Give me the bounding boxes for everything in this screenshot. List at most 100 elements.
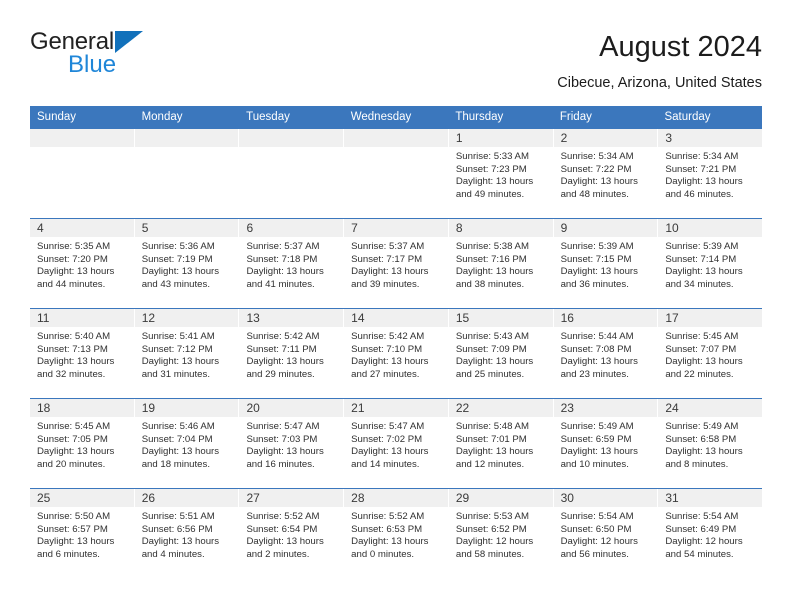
day-cell[interactable]: 14 Sunrise: 5:42 AM Sunset: 7:10 PM Dayligh…: [344, 309, 449, 398]
sunset-text: Sunset: 6:56 PM: [141, 523, 213, 535]
day-cell[interactable]: 4 Sunrise: 5:35 AM Sunset: 7:20 PM Daylight…: [30, 219, 135, 308]
day-cell-empty: [344, 129, 449, 218]
daylight-text: Daylight: 13 hours and 12 minutes.: [455, 446, 534, 470]
daylight-text: Daylight: 13 hours and 38 minutes.: [455, 266, 534, 290]
sunrise-text: Sunrise: 5:43 AM: [455, 331, 529, 342]
day-number: 25: [37, 491, 51, 505]
day-number: 11: [37, 311, 50, 325]
day-sun-info: Sunrise: 5:36 AM Sunset: 7:19 PM Daylight:…: [135, 237, 239, 291]
day-cell[interactable]: 28 Sunrise: 5:52 AM Sunset: 6:53 PM Dayligh…: [344, 489, 449, 578]
day-cell[interactable]: 5 Sunrise: 5:36 AM Sunset: 7:19 PM Daylight…: [134, 219, 240, 308]
day-cell[interactable]: 20 Sunrise: 5:47 AM Sunset: 7:03 PM Dayligh…: [239, 399, 345, 488]
sunset-text: Sunset: 7:10 PM: [351, 343, 423, 355]
daylight-text: Daylight: 13 hours and 25 minutes.: [455, 356, 534, 380]
day-number: 26: [141, 491, 156, 505]
day-cell[interactable]: 21 Sunrise: 5:47 AM Sunset: 7:02 PM Dayligh…: [344, 399, 449, 488]
day-number: 17: [665, 311, 679, 325]
day-number-band: 15: [448, 309, 553, 327]
day-sun-info: Sunrise: 5:54 AM Sunset: 6:50 PM Daylight:…: [554, 507, 658, 561]
day-cell[interactable]: 22 Sunrise: 5:48 AM Sunset: 7:01 PM Dayligh…: [448, 399, 554, 488]
day-cell[interactable]: 23 Sunrise: 5:49 AM Sunset: 6:59 PM Dayligh…: [553, 399, 659, 488]
day-cell[interactable]: 30 Sunrise: 5:54 AM Sunset: 6:50 PM Dayligh…: [553, 489, 659, 578]
day-cell[interactable]: 29 Sunrise: 5:53 AM Sunset: 6:52 PM Dayligh…: [448, 489, 554, 578]
day-cell[interactable]: 6 Sunrise: 5:37 AM Sunset: 7:18 PM Daylight…: [239, 219, 345, 308]
day-number: 2: [560, 131, 568, 145]
sunrise-text: Sunrise: 5:52 AM: [246, 511, 320, 522]
day-cell[interactable]: 27 Sunrise: 5:52 AM Sunset: 6:54 PM Dayligh…: [239, 489, 345, 578]
day-cell[interactable]: 15 Sunrise: 5:43 AM Sunset: 7:09 PM Dayligh…: [448, 309, 554, 398]
day-cell[interactable]: 9 Sunrise: 5:39 AM Sunset: 7:15 PM Daylight…: [553, 219, 659, 308]
day-cell[interactable]: 31 Sunrise: 5:54 AM Sunset: 6:49 PM Dayligh…: [658, 489, 763, 578]
day-sun-info: Sunrise: 5:38 AM Sunset: 7:16 PM Daylight:…: [449, 237, 553, 291]
day-number-band: 4: [30, 219, 134, 237]
day-number: 30: [560, 491, 574, 505]
day-cell[interactable]: 24 Sunrise: 5:49 AM Sunset: 6:58 PM Dayligh…: [658, 399, 763, 488]
daylight-text: Daylight: 13 hours and 0 minutes.: [351, 536, 429, 560]
sunset-text: Sunset: 6:54 PM: [246, 523, 318, 535]
day-sun-info: Sunrise: 5:47 AM Sunset: 7:02 PM Daylight:…: [344, 417, 448, 471]
day-cell[interactable]: 3 Sunrise: 5:34 AM Sunset: 7:21 PM Daylight…: [658, 129, 763, 218]
day-cell[interactable]: 12 Sunrise: 5:41 AM Sunset: 7:12 PM Dayligh…: [134, 309, 240, 398]
day-number: 1: [455, 131, 463, 145]
sunrise-text: Sunrise: 5:47 AM: [246, 421, 320, 432]
day-sun-info: Sunrise: 5:40 AM Sunset: 7:13 PM Daylight:…: [30, 327, 134, 381]
daylight-text: Daylight: 13 hours and 41 minutes.: [246, 266, 324, 290]
day-sun-info: Sunrise: 5:33 AM Sunset: 7:23 PM Daylight:…: [449, 147, 553, 201]
day-cell[interactable]: 18 Sunrise: 5:45 AM Sunset: 7:05 PM Dayligh…: [30, 399, 135, 488]
sunrise-text: Sunrise: 5:40 AM: [37, 331, 111, 342]
daylight-text: Daylight: 13 hours and 43 minutes.: [141, 266, 220, 290]
day-number-band: [344, 129, 448, 147]
sunset-text: Sunset: 6:52 PM: [455, 523, 527, 535]
day-number: 12: [141, 311, 156, 325]
day-number: 7: [351, 221, 358, 235]
day-number-band: 9: [553, 219, 658, 237]
day-cell[interactable]: 13 Sunrise: 5:42 AM Sunset: 7:11 PM Dayligh…: [239, 309, 345, 398]
day-sun-info: Sunrise: 5:48 AM Sunset: 7:01 PM Daylight:…: [449, 417, 553, 471]
sunset-text: Sunset: 7:12 PM: [141, 343, 213, 355]
weekday-header-thursday: Thursday: [455, 111, 504, 123]
general-blue-logo[interactable]: General Blue: [30, 28, 143, 78]
day-cell[interactable]: 11 Sunrise: 5:40 AM Sunset: 7:13 PM Dayligh…: [30, 309, 135, 398]
day-sun-info: Sunrise: 5:52 AM Sunset: 6:54 PM Daylight:…: [239, 507, 343, 561]
weekday-header-sunday: Sunday: [37, 111, 77, 123]
day-sun-info: Sunrise: 5:52 AM Sunset: 6:53 PM Daylight:…: [344, 507, 448, 561]
sunrise-text: Sunrise: 5:34 AM: [665, 151, 739, 162]
day-sun-info: Sunrise: 5:45 AM Sunset: 7:07 PM Daylight:…: [658, 327, 762, 381]
sunset-text: Sunset: 6:49 PM: [665, 523, 737, 535]
calendar-grid: Sunday Monday Tuesday Wednesday Thursday Frid…: [30, 106, 763, 578]
day-number: 29: [455, 491, 470, 505]
daylight-text: Daylight: 13 hours and 39 minutes.: [351, 266, 429, 290]
sunrise-text: Sunrise: 5:52 AM: [351, 511, 425, 522]
day-cell[interactable]: 7 Sunrise: 5:37 AM Sunset: 7:17 PM Daylight…: [344, 219, 449, 308]
day-number: 22: [455, 401, 470, 415]
day-number-band: 30: [553, 489, 658, 507]
day-sun-info: Sunrise: 5:37 AM Sunset: 7:17 PM Daylight:…: [344, 237, 448, 291]
sunrise-text: Sunrise: 5:42 AM: [351, 331, 425, 342]
day-cell[interactable]: 10 Sunrise: 5:39 AM Sunset: 7:14 PM Dayligh…: [658, 219, 763, 308]
day-cell[interactable]: 26 Sunrise: 5:51 AM Sunset: 6:56 PM Dayligh…: [134, 489, 240, 578]
day-number: 19: [141, 401, 156, 415]
day-cell[interactable]: 2 Sunrise: 5:34 AM Sunset: 7:22 PM Daylight…: [553, 129, 659, 218]
daylight-text: Daylight: 13 hours and 10 minutes.: [560, 446, 638, 470]
day-number-band: 7: [344, 219, 448, 237]
day-cell[interactable]: 25 Sunrise: 5:50 AM Sunset: 6:57 PM Dayligh…: [30, 489, 135, 578]
day-number-band: 29: [448, 489, 553, 507]
day-number-band: 5: [134, 219, 239, 237]
sunrise-text: Sunrise: 5:46 AM: [141, 421, 215, 432]
sunrise-text: Sunrise: 5:41 AM: [141, 331, 215, 342]
day-number: 15: [455, 311, 470, 325]
day-cell[interactable]: 17 Sunrise: 5:45 AM Sunset: 7:07 PM Dayligh…: [658, 309, 763, 398]
day-sun-info: Sunrise: 5:35 AM Sunset: 7:20 PM Daylight:…: [30, 237, 134, 291]
day-cell[interactable]: 8 Sunrise: 5:38 AM Sunset: 7:16 PM Daylight…: [448, 219, 554, 308]
day-sun-info: Sunrise: 5:47 AM Sunset: 7:03 PM Daylight:…: [239, 417, 343, 471]
daylight-text: Daylight: 13 hours and 20 minutes.: [37, 446, 115, 470]
day-cell[interactable]: 19 Sunrise: 5:46 AM Sunset: 7:04 PM Dayligh…: [134, 399, 240, 488]
sunrise-text: Sunrise: 5:48 AM: [455, 421, 529, 432]
sunset-text: Sunset: 6:50 PM: [560, 523, 632, 535]
day-cell[interactable]: 1 Sunrise: 5:33 AM Sunset: 7:23 PM Daylight…: [448, 129, 554, 218]
daylight-text: Daylight: 13 hours and 34 minutes.: [665, 266, 743, 290]
day-cell[interactable]: 16 Sunrise: 5:44 AM Sunset: 7:08 PM Dayligh…: [553, 309, 659, 398]
title-block: August 2024 Cibecue, Arizona, United Sta…: [557, 28, 762, 93]
sunset-text: Sunset: 7:16 PM: [455, 253, 527, 265]
sunrise-text: Sunrise: 5:45 AM: [665, 331, 739, 342]
